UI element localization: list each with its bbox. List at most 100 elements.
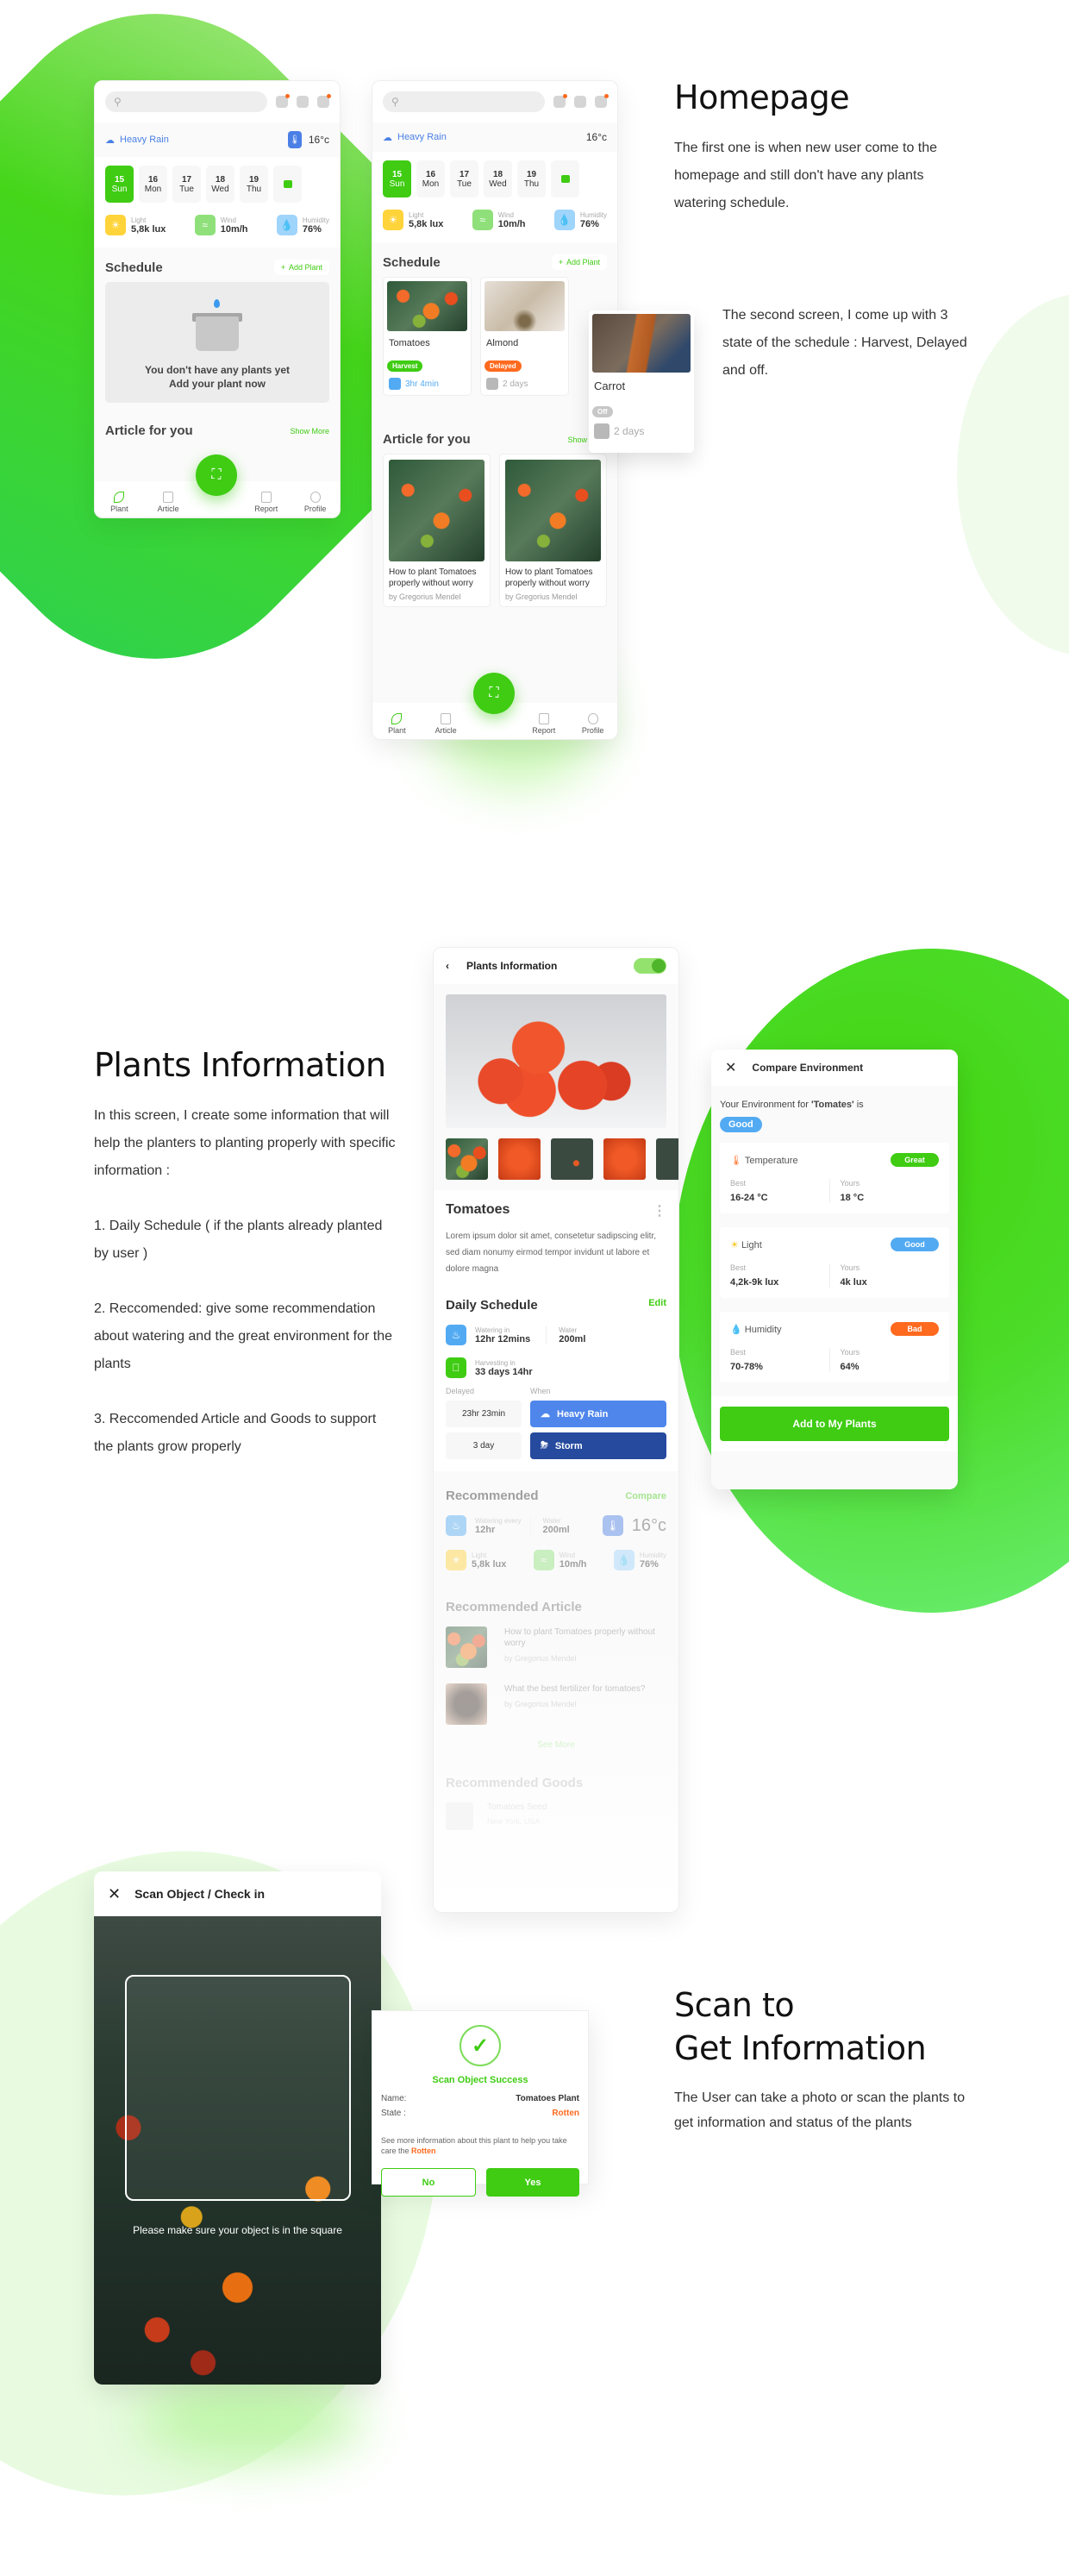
nav-plant[interactable]: Plant bbox=[379, 713, 414, 735]
homepage-description: The first one is when new user come to t… bbox=[674, 141, 938, 210]
nav-article[interactable]: Article bbox=[151, 492, 185, 513]
nav-report[interactable]: Report bbox=[527, 713, 561, 735]
plant-time: 2 days bbox=[503, 379, 528, 389]
weather-condition: Heavy Rain bbox=[557, 1408, 609, 1420]
best-label: Best bbox=[730, 1263, 747, 1272]
document-icon bbox=[441, 713, 452, 724]
scan-fab-button[interactable]: ⛶ bbox=[473, 673, 515, 714]
plant-card[interactable]: Carrot Off 2 days bbox=[589, 310, 694, 453]
calendar-icon[interactable] bbox=[297, 96, 309, 108]
day-item[interactable]: 16 Mon bbox=[139, 166, 167, 203]
calendar-icon[interactable] bbox=[574, 96, 586, 108]
compare-row: ☀ Light Good Best 4,2k-9k lux Yours 4k lux bbox=[720, 1227, 949, 1298]
day-item[interactable]: 18 Wed bbox=[484, 160, 512, 197]
day-item[interactable]: 18 Wed bbox=[206, 166, 234, 203]
article-card[interactable]: How to plant Tomatoes properly without w… bbox=[383, 454, 491, 607]
day-name: Thu bbox=[523, 179, 540, 189]
plant-card[interactable]: Almond Delayed 2 days bbox=[480, 277, 569, 396]
yours-label: Yours bbox=[840, 1263, 860, 1272]
stat-value: 12hr bbox=[475, 1524, 496, 1535]
open-calendar-button[interactable] bbox=[273, 166, 302, 203]
close-icon[interactable]: ✕ bbox=[108, 1885, 121, 1903]
nav-label: Profile bbox=[581, 726, 604, 735]
dialog-title: Compare Environment bbox=[752, 1062, 864, 1074]
scan-fab-button[interactable]: ⛶ bbox=[196, 454, 237, 496]
day-name: Tue bbox=[457, 179, 472, 189]
thumbnail[interactable] bbox=[603, 1138, 646, 1180]
day-item[interactable]: 16 Mon bbox=[416, 160, 445, 197]
nav-article[interactable]: Article bbox=[428, 713, 463, 735]
plant-photo bbox=[387, 281, 467, 331]
plant-toggle-switch[interactable] bbox=[634, 958, 666, 974]
chat-icon[interactable] bbox=[276, 94, 290, 108]
add-plant-button[interactable]: + Add Plant bbox=[551, 254, 607, 270]
day-number: 16 bbox=[425, 169, 436, 179]
plants-info-point-2: 2. Reccomended: give some recommendation… bbox=[94, 1301, 392, 1371]
screen-title: Scan Object / Check in bbox=[134, 1887, 266, 1901]
homepage-schedule-screen: ⚲ ☁ Heavy Rain 16°c 15 Sun 16 Mon 17 Tue 18 W… bbox=[372, 80, 618, 740]
stat-label: Water bbox=[542, 1516, 561, 1525]
article-photo bbox=[389, 460, 484, 561]
state-value: Rotten bbox=[552, 2109, 579, 2118]
thumbnail[interactable] bbox=[656, 1138, 678, 1180]
back-icon[interactable]: ‹ bbox=[446, 960, 449, 972]
best-value: 70-78% bbox=[730, 1362, 763, 1372]
stat-value: 76% bbox=[302, 223, 322, 235]
watering-can-icon bbox=[594, 423, 610, 439]
edit-link[interactable]: Edit bbox=[648, 1298, 666, 1313]
close-icon[interactable]: ✕ bbox=[725, 1059, 736, 1076]
day-item[interactable]: 19 Thu bbox=[517, 160, 546, 197]
compare-link[interactable]: Compare bbox=[625, 1491, 666, 1501]
nav-plant[interactable]: Plant bbox=[102, 492, 136, 513]
schedule-heading: Schedule bbox=[105, 260, 163, 275]
add-plant-button[interactable]: + Add Plant bbox=[273, 260, 329, 275]
search-input[interactable]: ⚲ bbox=[383, 91, 545, 112]
goods-list-item[interactable]: Tomatoes Seed New York, USA bbox=[446, 1802, 666, 1830]
see-more-link[interactable]: See More bbox=[446, 1740, 666, 1750]
add-to-my-plants-button[interactable]: Add to My Plants bbox=[720, 1407, 949, 1441]
weather-condition-chip[interactable]: ⛈ Storm bbox=[530, 1432, 666, 1459]
no-button[interactable]: No bbox=[381, 2168, 476, 2197]
thumbnail[interactable] bbox=[498, 1138, 541, 1180]
show-more-link[interactable]: Show More bbox=[290, 427, 329, 436]
bell-icon[interactable] bbox=[317, 94, 331, 108]
bell-icon[interactable] bbox=[595, 94, 609, 108]
weather-condition-chip[interactable]: ☁ Heavy Rain bbox=[530, 1401, 666, 1427]
article-author: by Gregorius Mendel bbox=[389, 592, 461, 601]
empty-message: You don't have any plants yet bbox=[145, 364, 290, 376]
day-item[interactable]: 17 Tue bbox=[172, 166, 201, 203]
stat-label: Watering every bbox=[475, 1516, 522, 1525]
article-list-item[interactable]: How to plant Tomatoes properly without w… bbox=[446, 1626, 666, 1668]
day-item[interactable]: 19 Thu bbox=[240, 166, 268, 203]
plant-card[interactable]: Tomatoes Harvest 3hr 4min bbox=[383, 277, 472, 396]
plant-name: Almond bbox=[486, 338, 519, 348]
more-options-icon[interactable]: ⋮ bbox=[653, 1202, 666, 1219]
nav-label: Plant bbox=[110, 505, 128, 513]
stat-value: 5,8k lux bbox=[472, 1558, 507, 1570]
stat-label: Watering in bbox=[475, 1326, 510, 1334]
article-card[interactable]: How to plant Tomatoes properly without w… bbox=[499, 454, 607, 607]
article-photo bbox=[505, 460, 601, 561]
plant-description: Lorem ipsum dolor sit amet, consetetur s… bbox=[446, 1232, 656, 1274]
delay-duration: 23hr 23min bbox=[446, 1401, 522, 1427]
thumbnail[interactable] bbox=[551, 1138, 593, 1180]
nav-profile[interactable]: Profile bbox=[298, 492, 333, 513]
nav-report[interactable]: Report bbox=[249, 492, 284, 513]
temperature-value: 16°c bbox=[308, 134, 329, 146]
thumbnail[interactable] bbox=[446, 1138, 488, 1180]
day-item[interactable]: 15 Sun bbox=[105, 166, 134, 203]
day-number: 15 bbox=[114, 174, 125, 185]
nav-profile[interactable]: Profile bbox=[576, 713, 610, 735]
camera-viewfinder[interactable]: Please make sure your object is in the s… bbox=[94, 1916, 381, 2385]
article-list-item[interactable]: What the best fertilizer for tomatoes? by… bbox=[446, 1683, 666, 1725]
cloud-icon: ☁ bbox=[541, 1409, 550, 1420]
rating-badge: Good bbox=[891, 1238, 939, 1251]
open-calendar-button[interactable] bbox=[551, 160, 579, 197]
day-item[interactable]: 15 Sun bbox=[383, 160, 411, 197]
chat-icon[interactable] bbox=[553, 94, 567, 108]
plus-icon: + bbox=[280, 263, 285, 272]
search-input[interactable]: ⚲ bbox=[105, 91, 267, 112]
calendar-icon bbox=[283, 180, 292, 188]
yes-button[interactable]: Yes bbox=[486, 2168, 579, 2197]
day-item[interactable]: 17 Tue bbox=[450, 160, 478, 197]
